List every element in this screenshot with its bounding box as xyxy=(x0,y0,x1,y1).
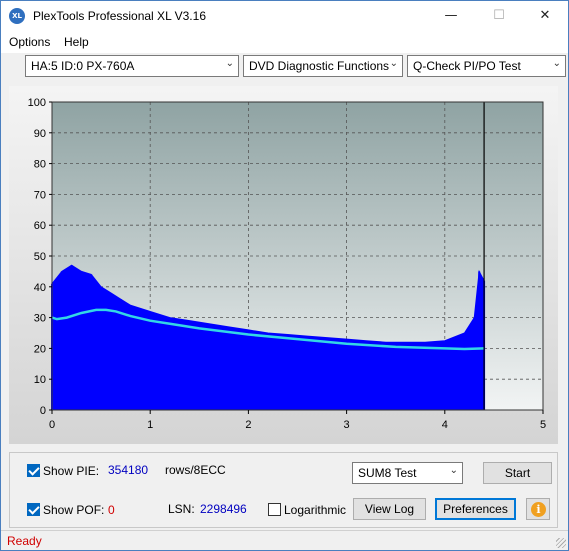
view-log-button[interactable]: View Log xyxy=(353,498,426,520)
menu-options[interactable]: Options xyxy=(9,35,50,49)
logarithmic-checkbox[interactable] xyxy=(268,503,281,516)
lsn-label: LSN: xyxy=(168,502,195,516)
y-tick-label: 100 xyxy=(28,97,46,109)
y-tick-label: 30 xyxy=(34,313,46,325)
pi-po-chart: 0 10 20 30 40 50 60 70 80 90 100 0 1 2 3 4 5 xyxy=(28,97,546,431)
y-tick-label: 10 xyxy=(34,374,46,386)
logarithmic-label: Logarithmic xyxy=(284,503,347,517)
show-pie-checkbox[interactable] xyxy=(27,464,40,477)
title-bar: XL PlexTools Professional XL V3.16 — ☐ ✕ xyxy=(1,1,568,31)
y-tick-label: 40 xyxy=(34,282,46,294)
maximize-button[interactable]: ☐ xyxy=(476,1,522,31)
status-bar: Ready xyxy=(1,530,568,550)
drive-select-value: HA:5 ID:0 PX-760A xyxy=(31,59,135,73)
y-tick-label: 80 xyxy=(34,159,46,171)
chevron-down-icon: ⌄ xyxy=(389,58,398,69)
status-text: Ready xyxy=(7,534,42,548)
sum-test-value: SUM8 Test xyxy=(358,466,417,480)
x-tick-label: 2 xyxy=(245,419,251,431)
controls-panel: Show PIE: 354180 rows/8ECC SUM8 Test ⌄ S… xyxy=(9,452,558,528)
test-select-value: Q-Check PI/PO Test xyxy=(413,59,521,73)
x-tick-label: 1 xyxy=(147,419,153,431)
function-select[interactable]: DVD Diagnostic Functions ⌄ xyxy=(243,55,403,77)
test-select[interactable]: Q-Check PI/PO Test ⌄ xyxy=(407,55,566,77)
y-tick-label: 20 xyxy=(34,343,46,355)
app-window: XL PlexTools Professional XL V3.16 — ☐ ✕… xyxy=(0,0,569,551)
toolbar: HA:5 ID:0 PX-760A ⌄ DVD Diagnostic Funct… xyxy=(1,53,568,81)
chevron-down-icon: ⌄ xyxy=(225,58,234,69)
info-button[interactable]: i xyxy=(526,498,550,520)
start-button[interactable]: Start xyxy=(483,462,552,484)
menu-bar: Options Help xyxy=(1,31,568,53)
y-tick-label: 90 xyxy=(34,128,46,140)
x-tick-label: 4 xyxy=(442,419,448,431)
close-button[interactable]: ✕ xyxy=(522,1,568,31)
x-tick-label: 3 xyxy=(344,419,350,431)
window-title: PlexTools Professional XL V3.16 xyxy=(33,9,206,23)
resize-grip-icon[interactable] xyxy=(556,538,566,548)
y-tick-label: 0 xyxy=(40,405,46,417)
x-tick-label: 5 xyxy=(540,419,546,431)
menu-help[interactable]: Help xyxy=(64,35,89,49)
x-tick-label: 0 xyxy=(49,419,55,431)
function-select-value: DVD Diagnostic Functions xyxy=(249,59,390,73)
pie-units: rows/8ECC xyxy=(165,463,226,477)
sum-test-select[interactable]: SUM8 Test ⌄ xyxy=(352,462,463,484)
info-icon: i xyxy=(531,502,546,517)
y-tick-label: 50 xyxy=(34,251,46,263)
minimize-button[interactable]: — xyxy=(428,1,474,31)
chevron-down-icon: ⌄ xyxy=(552,58,561,69)
pie-value: 354180 xyxy=(108,463,149,477)
preferences-button[interactable]: Preferences xyxy=(435,498,516,520)
app-logo-icon: XL xyxy=(9,8,25,24)
show-pie-label: Show PIE: xyxy=(43,464,100,478)
y-tick-label: 60 xyxy=(34,220,46,232)
lsn-value: 2298496 xyxy=(200,502,247,516)
chevron-down-icon: ⌄ xyxy=(449,465,458,476)
pof-value: 0 xyxy=(108,503,115,517)
chart-panel: 0 10 20 30 40 50 60 70 80 90 100 0 1 2 3 4 5 xyxy=(9,86,558,444)
y-tick-label: 70 xyxy=(34,189,46,201)
show-pof-label: Show POF: xyxy=(43,503,105,517)
drive-select[interactable]: HA:5 ID:0 PX-760A ⌄ xyxy=(25,55,239,77)
show-pof-checkbox[interactable] xyxy=(27,503,40,516)
